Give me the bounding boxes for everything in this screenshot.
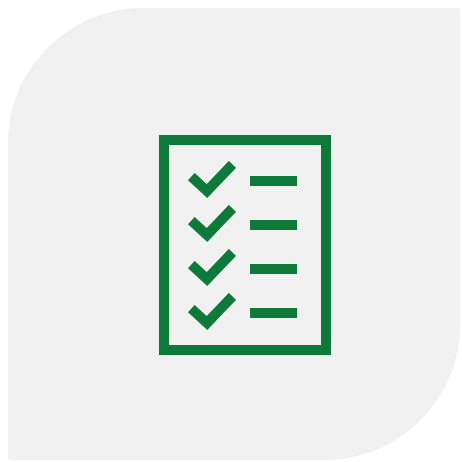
checklist-icon (159, 135, 331, 355)
list-line (250, 220, 297, 230)
list-line (250, 176, 297, 186)
icon-canvas (0, 0, 462, 462)
list-line (250, 308, 297, 318)
checklist-rows (187, 160, 297, 330)
list-line (250, 264, 297, 274)
checkmark-icon (187, 204, 237, 242)
checkmark-icon (187, 292, 237, 330)
checkmark-icon (187, 160, 237, 198)
checklist-svg (159, 135, 331, 355)
checkmark-icon (187, 248, 237, 286)
document-frame (159, 135, 331, 355)
icon-tile[interactable] (9, 9, 459, 459)
